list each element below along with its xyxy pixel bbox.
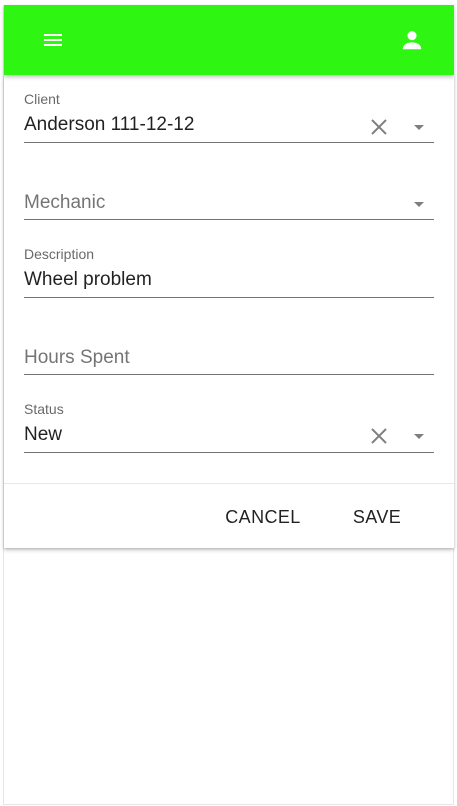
- mechanic-underline: [24, 219, 434, 220]
- client-select[interactable]: Client Anderson 111-12-12: [24, 89, 434, 144]
- description-value: Wheel problem: [24, 269, 152, 290]
- account-icon: [402, 31, 422, 50]
- menu-button[interactable]: [33, 20, 73, 60]
- status-underline: [24, 452, 434, 453]
- client-value: Anderson 111-12-12: [24, 114, 195, 135]
- save-button[interactable]: Save: [337, 499, 417, 535]
- description-underline: [24, 297, 434, 298]
- menu-icon: [44, 34, 62, 46]
- status-select[interactable]: Status New: [24, 400, 434, 454]
- mechanic-select[interactable]: Mechanic: [24, 175, 434, 221]
- description-field[interactable]: Description Wheel problem: [24, 245, 434, 299]
- hours-spent-placeholder: Hours Spent: [24, 347, 130, 368]
- description-label: Description: [24, 246, 95, 262]
- cancel-button[interactable]: Cancel: [213, 499, 313, 535]
- client-underline: [24, 142, 434, 143]
- clear-icon[interactable]: [367, 115, 391, 139]
- dropdown-caret-icon[interactable]: [407, 115, 431, 139]
- account-button[interactable]: [392, 20, 432, 60]
- status-label: Status: [24, 401, 64, 417]
- hours-spent-field[interactable]: Hours Spent: [24, 329, 434, 376]
- dropdown-caret-icon[interactable]: [407, 192, 431, 216]
- client-label: Client: [24, 91, 60, 107]
- app-bar: [4, 5, 454, 75]
- actions-divider: [4, 483, 454, 484]
- clear-icon[interactable]: [367, 424, 391, 448]
- dropdown-caret-icon[interactable]: [407, 424, 431, 448]
- work-order-form: Client Anderson 111-12-12 Mechanic Descr…: [4, 75, 454, 548]
- hours-spent-underline: [24, 374, 434, 375]
- status-value: New: [24, 424, 63, 445]
- mechanic-placeholder: Mechanic: [24, 192, 106, 213]
